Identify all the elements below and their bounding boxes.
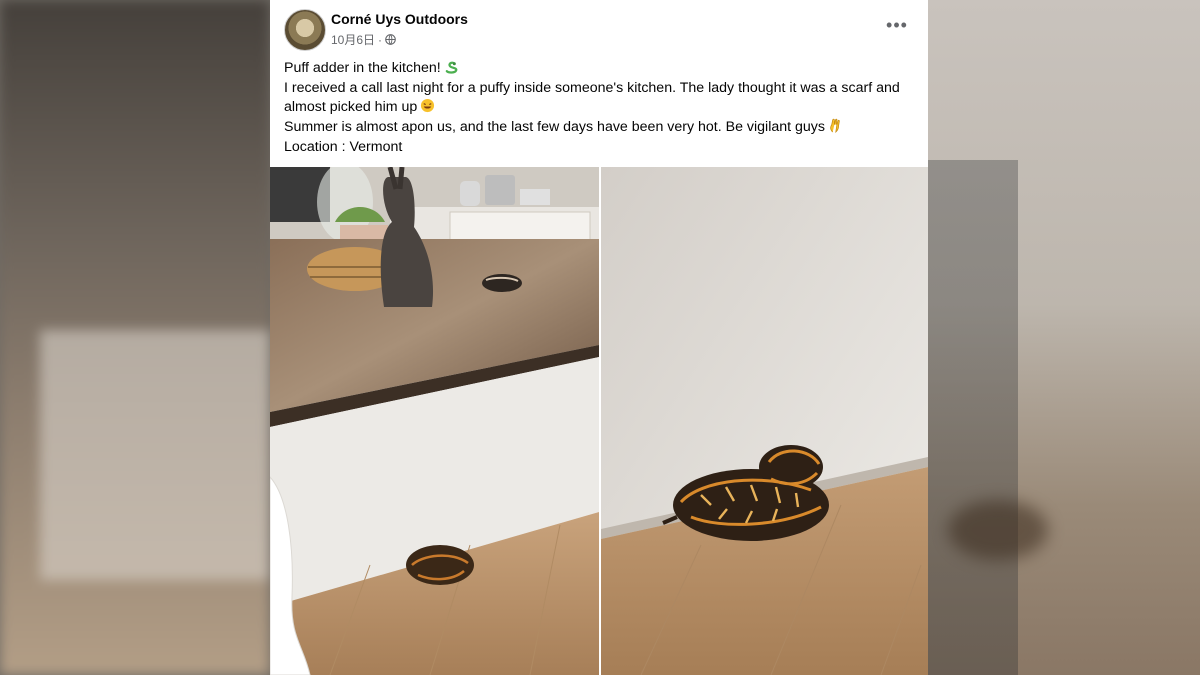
more-options-icon[interactable]: ••• [884, 16, 910, 40]
photo-grid [270, 167, 928, 675]
ok-hand-emoji-icon [830, 118, 840, 134]
post-date[interactable]: 10月6日 [331, 31, 375, 48]
kitchen-scene-illustration [270, 167, 599, 675]
post-header: Corné Uys Outdoors 10月6日 · ••• [270, 0, 928, 56]
snake-closeup-illustration [601, 167, 928, 675]
post-body: Puff adder in the kitchen! I received a … [284, 59, 916, 158]
post-line: Puff adder in the kitchen! [284, 59, 916, 79]
facebook-post-card: Corné Uys Outdoors 10月6日 · ••• Puff adde… [270, 0, 928, 675]
avatar[interactable] [284, 9, 326, 51]
backdrop-left [0, 0, 270, 675]
meta-separator: · [378, 32, 383, 47]
post-meta: 10月6日 · [331, 31, 396, 48]
photo-kitchen-island[interactable] [270, 167, 599, 675]
rofl-emoji-icon [421, 99, 435, 113]
snake-emoji-icon [445, 61, 458, 74]
author-name[interactable]: Corné Uys Outdoors [331, 11, 468, 27]
photo-puff-adder-closeup[interactable] [601, 167, 928, 675]
backdrop-right [928, 0, 1200, 675]
post-line: I received a call last night for a puffy… [284, 79, 900, 116]
globe-icon [385, 34, 396, 45]
post-line: Location : Vermont [284, 138, 403, 155]
post-line: Summer is almost apon us, and the last f… [284, 118, 916, 138]
